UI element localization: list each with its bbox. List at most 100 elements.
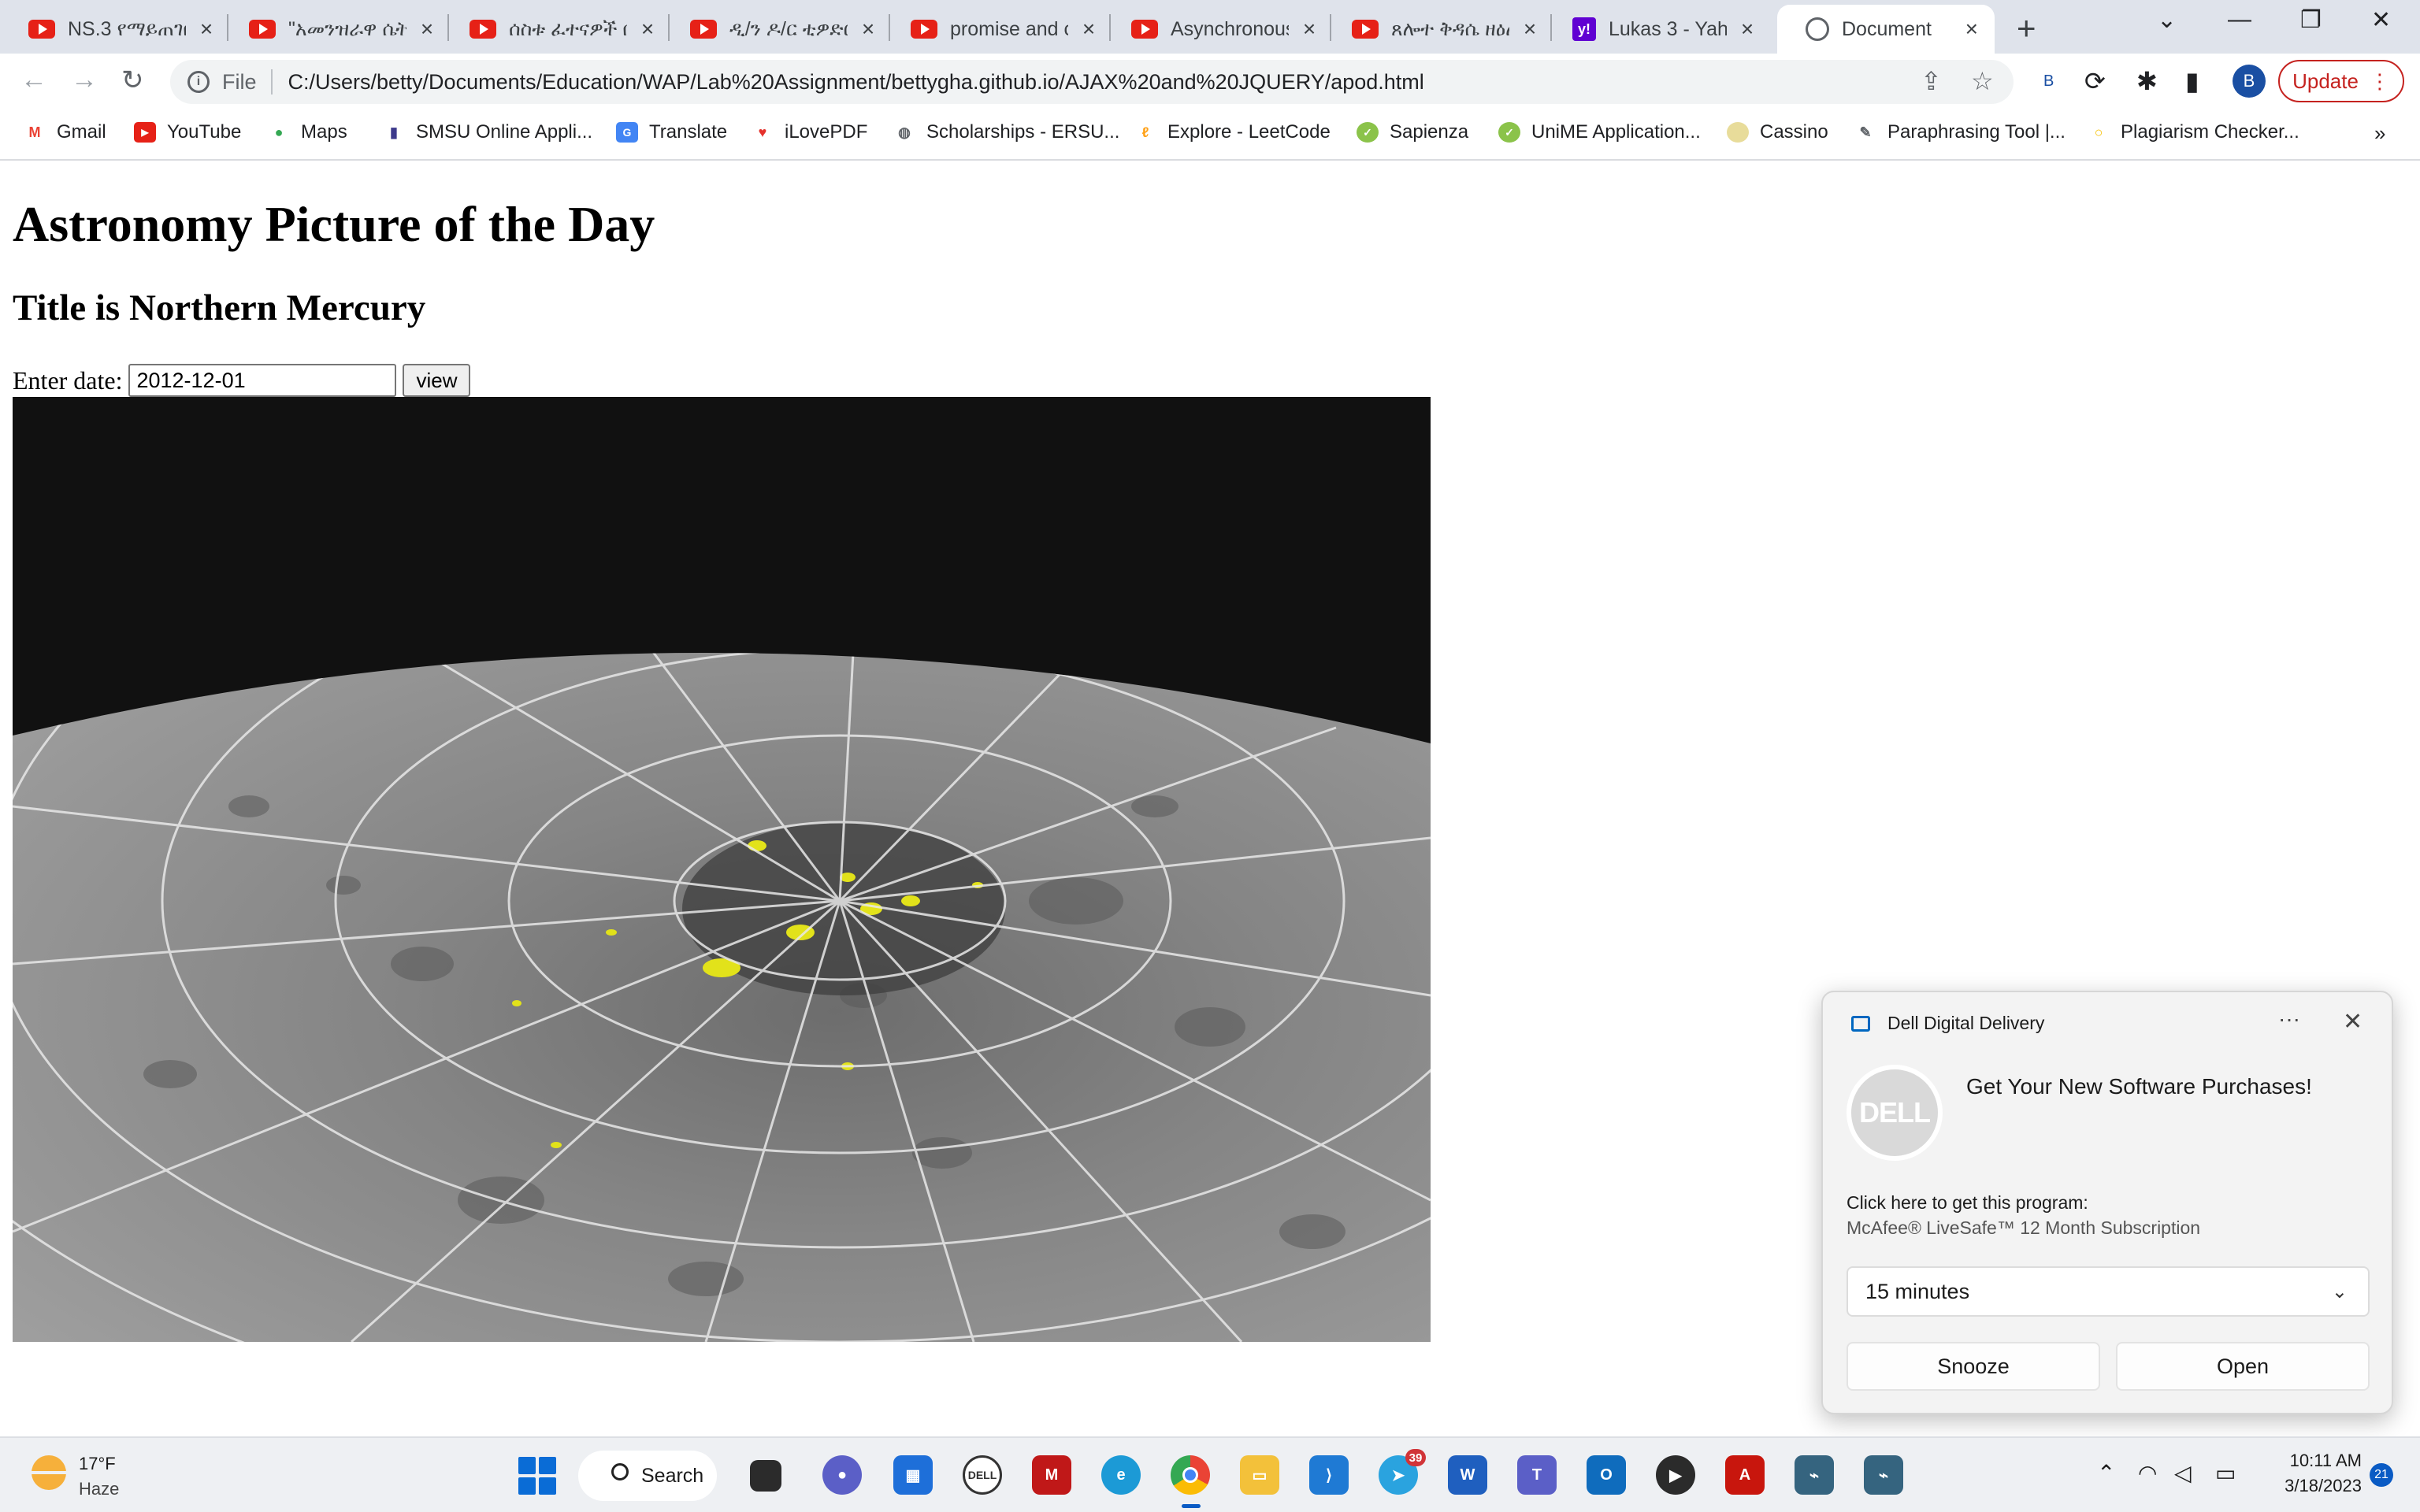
search-icon	[611, 1463, 629, 1480]
tab-2[interactable]: "አመንዝራዋ ሴት" ×	[221, 5, 451, 54]
close-icon[interactable]: ×	[1300, 17, 1319, 42]
microsoft-store-icon[interactable]: ▦	[893, 1455, 933, 1495]
close-icon[interactable]: ×	[1520, 17, 1539, 42]
tab-8[interactable]: y! Lukas 3 - Yaho ×	[1544, 5, 1771, 54]
mysql-workbench-2-icon[interactable]: ⌁	[1864, 1455, 1903, 1495]
weather-haze-icon[interactable]	[32, 1455, 66, 1490]
address-bar[interactable]: i File C:/Users/betty/Documents/Educatio…	[170, 60, 2014, 104]
bookmark-gmail[interactable]: M Gmail	[24, 121, 106, 143]
outlook-icon[interactable]: O	[1587, 1455, 1626, 1495]
tab-4[interactable]: ዲ/ን ዶ/ር ቲዎድሮስ ×	[662, 5, 892, 54]
bookmark-youtube[interactable]: ▶ YouTube	[134, 121, 241, 143]
battery-icon[interactable]: ▭	[2215, 1460, 2236, 1486]
close-icon[interactable]: ×	[197, 17, 216, 42]
weather-temperature[interactable]: 17°F	[79, 1454, 116, 1474]
start-button[interactable]	[518, 1457, 556, 1495]
close-icon[interactable]: ×	[418, 17, 436, 42]
close-icon[interactable]: ×	[859, 17, 878, 42]
bookmark-star-icon[interactable]: ☆	[1971, 66, 1994, 96]
tab-search-icon[interactable]: ⌄	[2157, 6, 2177, 34]
bookmark-smsu[interactable]: ▮ SMSU Online Appli...	[383, 121, 592, 143]
task-view-icon[interactable]	[750, 1460, 781, 1492]
translate-icon: G	[616, 122, 638, 143]
snooze-duration-select[interactable]: 15 minutes ⌄	[1847, 1266, 2370, 1317]
bookmark-label: Sapienza	[1390, 121, 1469, 143]
puzzle-icon[interactable]: ✱	[2136, 66, 2158, 96]
taskbar-search[interactable]: Search	[578, 1451, 717, 1501]
share-icon[interactable]: ⇪	[1921, 66, 1942, 96]
clock-time[interactable]: 10:11 AM	[2275, 1451, 2362, 1471]
bookmark-label: Scholarships - ERSU...	[926, 121, 1120, 143]
reload-icon[interactable]: ↻	[121, 65, 144, 96]
page-title: Astronomy Picture of the Day	[13, 196, 655, 252]
date-input[interactable]: 2012-12-01	[128, 364, 397, 397]
media-player-icon[interactable]: ▶	[1656, 1455, 1695, 1495]
chrome-icon[interactable]	[1171, 1455, 1210, 1495]
tab-3[interactable]: ሰስቱ ፈተናዎች በ ×	[441, 5, 671, 54]
dell-logo-text: DELL	[1859, 1096, 1931, 1128]
dell-icon[interactable]: DELL	[963, 1455, 1002, 1495]
active-app-indicator	[1182, 1504, 1201, 1508]
open-button[interactable]: Open	[2116, 1342, 2370, 1391]
window-close-icon[interactable]: ✕	[2371, 6, 2391, 34]
minimize-icon[interactable]: —	[2228, 6, 2251, 33]
bookmark-maps[interactable]: ● Maps	[268, 121, 347, 143]
wifi-icon[interactable]: ◠	[2138, 1460, 2157, 1486]
close-icon[interactable]: ×	[1079, 17, 1098, 42]
tab-5[interactable]: promise and c ×	[882, 5, 1112, 54]
clock-date[interactable]: 3/18/2023	[2266, 1476, 2362, 1496]
profile-avatar[interactable]: B	[2233, 65, 2266, 98]
extension-b-icon[interactable]: B	[2043, 72, 2054, 91]
bookmark-cassino[interactable]: Cassino	[1727, 121, 1828, 143]
bookmark-unime[interactable]: ✓ UniME Application...	[1498, 121, 1701, 143]
tab-1[interactable]: NS.3 የማይጠገቡ ×	[0, 5, 230, 54]
teams-icon[interactable]: T	[1517, 1455, 1557, 1495]
tab-title: ጸሎተ ቅዳሴ ዘዕለ	[1391, 17, 1509, 40]
sync-extension-icon[interactable]: ⟳	[2084, 66, 2106, 96]
tab-6[interactable]: Asynchronous ×	[1103, 5, 1333, 54]
mysql-workbench-icon[interactable]: ⌁	[1795, 1455, 1834, 1495]
dell-notification[interactable]: Dell Digital Delivery ··· ✕ DELL Get You…	[1821, 991, 2393, 1414]
teams-chat-icon[interactable]: ●	[822, 1455, 862, 1495]
view-button[interactable]: view	[403, 364, 471, 397]
notification-header: Dell Digital Delivery	[1851, 1013, 2044, 1034]
close-icon[interactable]: ×	[638, 17, 657, 42]
bookmark-ilovepdf[interactable]: ♥ iLovePDF	[752, 121, 868, 143]
new-tab-button[interactable]: +	[2017, 9, 2036, 47]
bookmark-plagiarism[interactable]: ○ Plagiarism Checker...	[2088, 121, 2299, 143]
close-icon[interactable]: ×	[1963, 17, 1980, 42]
acrobat-icon[interactable]: A	[1725, 1455, 1765, 1495]
bookmark-label: UniME Application...	[1531, 121, 1701, 143]
mcafee-icon[interactable]: M	[1032, 1455, 1071, 1495]
weather-description[interactable]: Haze	[79, 1479, 119, 1499]
bookmark-sapienza[interactable]: ✓ Sapienza	[1357, 121, 1468, 143]
back-icon[interactable]: ←	[20, 65, 47, 95]
edge-icon[interactable]: e	[1101, 1455, 1141, 1495]
globe-icon	[1806, 17, 1829, 41]
close-icon[interactable]: ✕	[2343, 1008, 2362, 1036]
info-icon[interactable]: i	[187, 71, 210, 93]
bookmark-translate[interactable]: G Translate	[616, 121, 727, 143]
vscode-icon[interactable]: ⟩	[1309, 1455, 1349, 1495]
tab-document[interactable]: Document ×	[1777, 5, 1995, 54]
tab-7[interactable]: ጸሎተ ቅዳሴ ዘዕለ ×	[1323, 5, 1553, 54]
telegram-icon[interactable]: ➤ 39	[1379, 1449, 1426, 1495]
bookmark-leetcode[interactable]: ℓ Explore - LeetCode	[1134, 121, 1331, 143]
file-explorer-icon[interactable]: ▭	[1240, 1455, 1279, 1495]
notification-center-badge[interactable]: 21	[2370, 1463, 2393, 1487]
volume-icon[interactable]: ◁	[2174, 1460, 2192, 1486]
show-hidden-icons[interactable]: ⌃	[2097, 1460, 2115, 1486]
bookmark-scholarships[interactable]: ◍ Scholarships - ERSU...	[893, 121, 1119, 143]
close-icon[interactable]: ×	[1738, 17, 1757, 42]
more-options-icon[interactable]: ···	[2278, 1006, 2300, 1032]
youtube-icon	[1352, 20, 1379, 39]
forward-icon[interactable]: →	[71, 65, 98, 95]
side-panel-icon[interactable]: ▮	[2185, 66, 2199, 96]
bookmarks-overflow-icon[interactable]: »	[2374, 121, 2385, 146]
url-text[interactable]: C:/Users/betty/Documents/Education/WAP/L…	[288, 70, 1424, 94]
snooze-button[interactable]: Snooze	[1847, 1342, 2100, 1391]
bookmark-paraphrasing[interactable]: ✎ Paraphrasing Tool |...	[1854, 121, 2065, 143]
update-button[interactable]: Update ⋮	[2278, 60, 2404, 102]
word-icon[interactable]: W	[1448, 1455, 1487, 1495]
restore-icon[interactable]: ❐	[2300, 6, 2322, 34]
